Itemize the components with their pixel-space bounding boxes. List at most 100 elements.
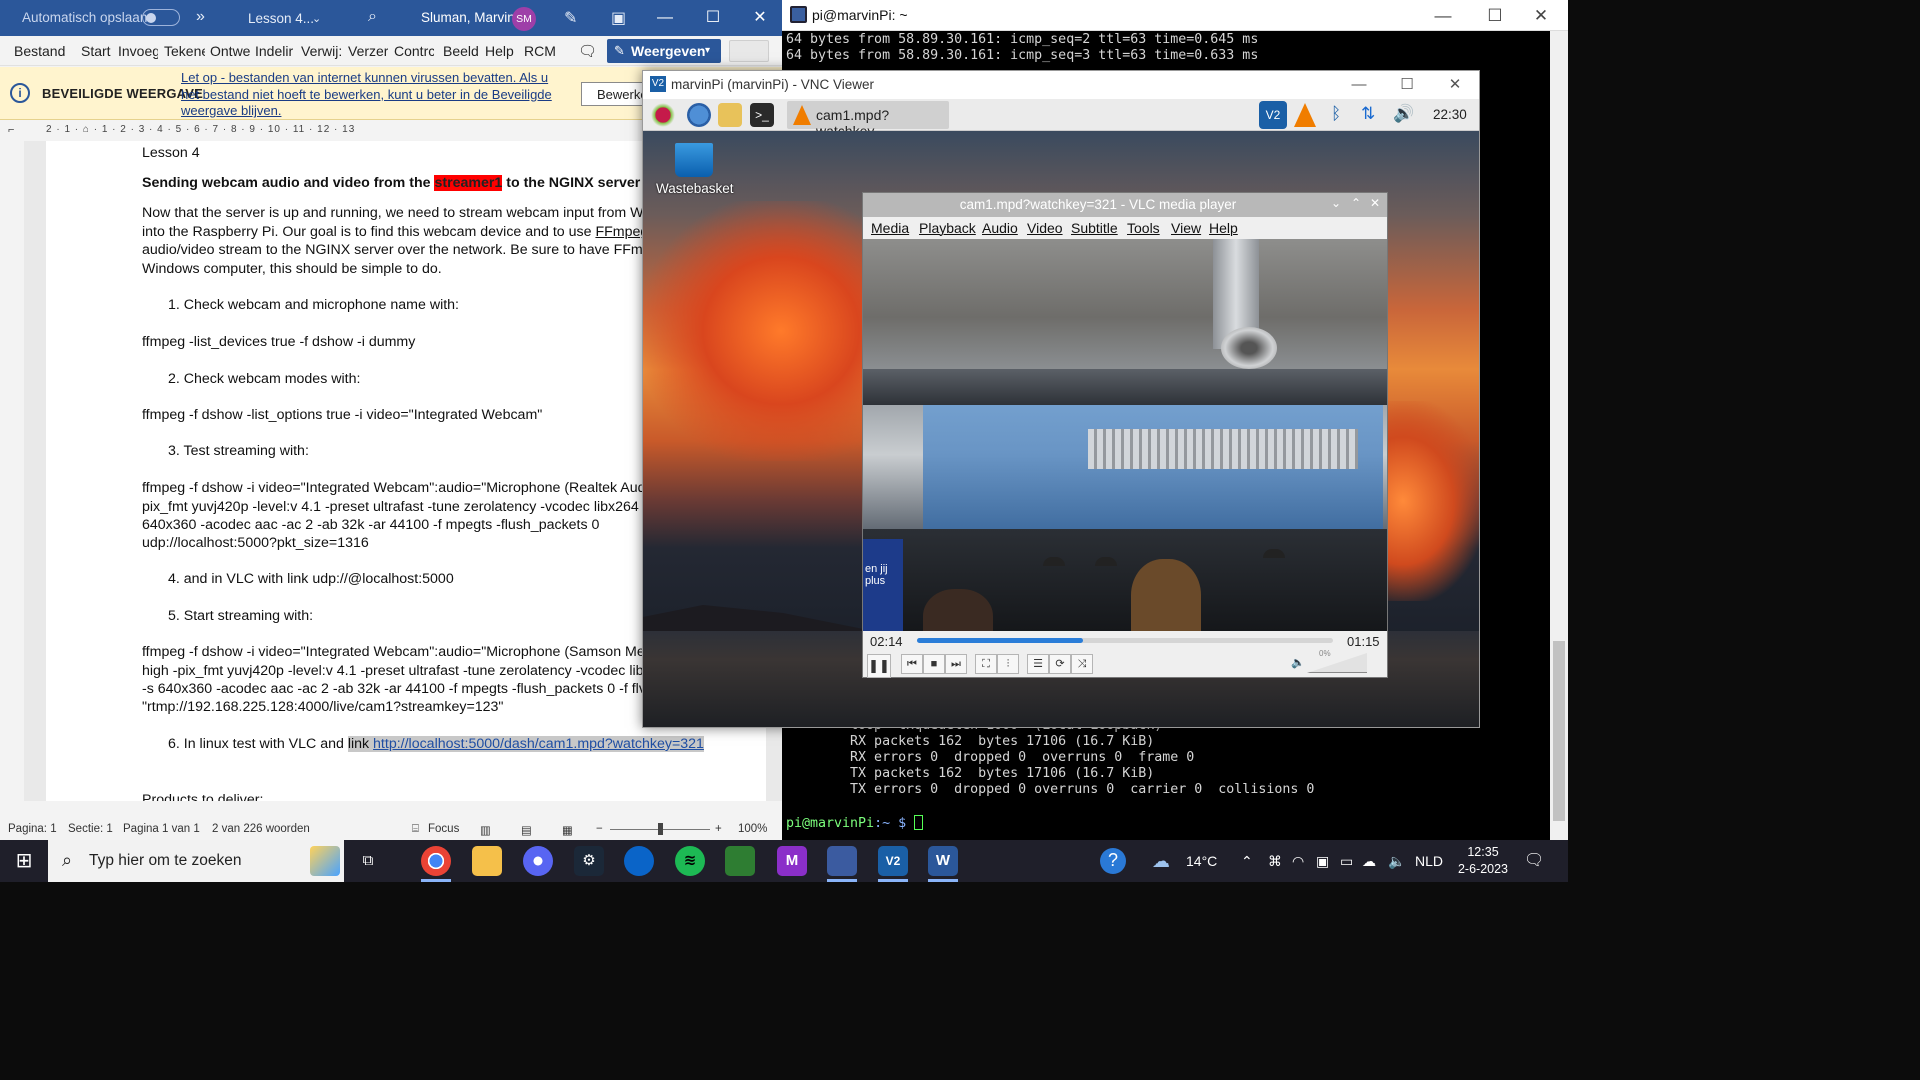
document-title[interactable]: Lesson 4... <box>248 11 314 26</box>
notifications-icon[interactable]: 🗨 <box>1524 840 1544 882</box>
seek-bar[interactable] <box>917 638 1333 643</box>
status-pages[interactable]: Pagina 1 van 1 <box>123 823 200 835</box>
vnc-titlebar[interactable]: V2 marvinPi (marvinPi) - VNC Viewer — ☐ … <box>643 71 1479 99</box>
speaker-icon[interactable]: 🔈 <box>1291 656 1305 669</box>
steam-icon[interactable]: ⚙ <box>574 846 604 876</box>
tab-verwijzingen[interactable]: Verwij: <box>301 43 342 59</box>
weather-temp[interactable]: 14°C <box>1186 840 1217 882</box>
tab-invoegen[interactable]: Invoeg <box>118 43 158 59</box>
speaker-icon[interactable]: 🔈 <box>1388 840 1405 882</box>
focus-icon[interactable]: ⌸ <box>412 823 419 836</box>
menu-view[interactable]: View <box>1171 220 1201 236</box>
ribbon-display-icon[interactable]: ▣ <box>611 8 626 28</box>
close-button[interactable]: ✕ <box>1431 71 1479 99</box>
wastebasket-icon[interactable] <box>675 143 713 177</box>
zoom-out-button[interactable]: − <box>596 823 603 835</box>
menu-tools[interactable]: Tools <box>1127 220 1160 236</box>
playlist-button[interactable]: ☰ <box>1027 654 1049 674</box>
discord-icon[interactable] <box>523 846 553 876</box>
close-button[interactable]: ✕ <box>737 0 783 36</box>
raspberry-menu-icon[interactable] <box>651 103 675 127</box>
taskbar-item-vlc[interactable]: cam1.mpd?watchkey... <box>787 101 949 139</box>
menu-subtitle[interactable]: Subtitle <box>1071 220 1118 236</box>
chevron-down-icon[interactable]: ⌄ <box>1331 196 1341 210</box>
task-view-icon[interactable]: ⧉ <box>353 846 383 876</box>
maximize-button[interactable]: ☐ <box>1383 71 1431 99</box>
menu-media[interactable]: Media <box>871 220 909 236</box>
system-clock[interactable]: 12:35 2-6-2023 <box>1452 844 1514 878</box>
chrome-icon[interactable] <box>421 846 451 876</box>
putty-icon[interactable] <box>827 846 857 876</box>
file-explorer-icon[interactable] <box>472 846 502 876</box>
zoom-slider-knob[interactable] <box>658 823 663 835</box>
vnc-viewer-window[interactable]: V2 marvinPi (marvinPi) - VNC Viewer — ☐ … <box>642 70 1480 728</box>
read-mode-icon[interactable]: ▥ <box>480 823 491 837</box>
zoom-level[interactable]: 100% <box>738 823 767 835</box>
meet-now-icon[interactable]: ⌘ <box>1268 840 1282 882</box>
status-word-count[interactable]: 2 van 226 woorden <box>212 823 310 835</box>
pi-desktop[interactable]: Wastebasket cam1.mpd?watchkey=321 - VLC … <box>643 131 1479 727</box>
comments-icon[interactable]: 🗨 <box>578 42 597 60</box>
browser-icon[interactable] <box>687 103 711 127</box>
wifi-icon[interactable]: ◠ <box>1292 840 1304 882</box>
menu-playback[interactable]: Playback <box>919 220 976 236</box>
pen-icon[interactable]: ✎ <box>564 8 577 28</box>
status-page[interactable]: Pagina: 1 <box>8 823 57 835</box>
tab-start[interactable]: Start <box>81 43 111 59</box>
web-layout-icon[interactable]: ▦ <box>562 823 573 837</box>
tab-bestand[interactable]: Bestand <box>14 43 65 59</box>
menu-video[interactable]: Video <box>1027 220 1063 236</box>
vnc-viewer-icon[interactable]: V2 <box>878 846 908 876</box>
focus-button[interactable]: Focus <box>428 823 459 835</box>
tab-rcm[interactable]: RCM <box>524 43 556 59</box>
bluetooth-icon[interactable]: ᛒ <box>1331 104 1341 124</box>
wastebasket-label[interactable]: Wastebasket <box>656 181 734 196</box>
help-icon[interactable]: ? <box>1100 848 1126 874</box>
display-icon[interactable]: ▣ <box>1316 840 1329 882</box>
fullscreen-button[interactable]: ⛶ <box>975 654 997 674</box>
tab-indeling[interactable]: Indelir <box>255 43 295 59</box>
vlc-tray-icon[interactable] <box>1294 103 1316 127</box>
tab-stop-icon[interactable]: ⌐ <box>8 124 14 136</box>
excel-icon[interactable] <box>725 846 755 876</box>
print-layout-icon[interactable]: ▤ <box>521 823 532 837</box>
menu-help[interactable]: Help <box>1209 220 1238 236</box>
file-manager-icon[interactable] <box>718 103 742 127</box>
close-button[interactable]: ✕ <box>1518 0 1564 31</box>
search-icon[interactable]: ⌕ <box>368 8 377 26</box>
previous-button[interactable]: ⏮ <box>901 654 923 674</box>
chevron-down-icon[interactable]: ⌄ <box>312 12 321 25</box>
scrollbar-thumb[interactable] <box>1553 641 1565 821</box>
outlook-icon[interactable] <box>624 846 654 876</box>
tab-tekenen[interactable]: Tekene <box>164 43 205 59</box>
pause-button[interactable]: ❚❚ <box>867 654 891 678</box>
share-button[interactable] <box>729 40 769 62</box>
chevron-up-icon[interactable]: ⌃ <box>1351 196 1361 210</box>
volume-icon[interactable]: 🔊 <box>1393 104 1414 124</box>
extended-settings-button[interactable]: ⫶ <box>997 654 1019 674</box>
weather-icon[interactable]: ☁ <box>1152 840 1170 882</box>
maximize-button[interactable]: ☐ <box>690 0 736 36</box>
message-text[interactable]: Let op - bestanden van internet kunnen v… <box>181 70 561 120</box>
tab-controleren[interactable]: Contrc <box>394 43 434 59</box>
more-commands-icon[interactable]: » <box>196 8 205 26</box>
avatar[interactable]: SM <box>512 7 536 31</box>
status-section[interactable]: Sectie: 1 <box>68 823 113 835</box>
minimize-button[interactable]: — <box>1335 71 1383 99</box>
tab-help[interactable]: Help <box>485 43 514 59</box>
pi-clock[interactable]: 22:30 <box>1433 107 1467 122</box>
video-frame[interactable]: en jij plus <box>863 239 1387 631</box>
vnc-server-icon[interactable]: V2 <box>1259 101 1287 129</box>
search-highlight-icon[interactable] <box>310 846 340 876</box>
view-mode-button[interactable]: ✎ Weergeven ▾ <box>607 39 721 63</box>
volume-slider[interactable] <box>1307 653 1367 673</box>
terminal-prompt[interactable]: pi@marvinPi:~ $ <box>786 815 924 831</box>
shuffle-button[interactable]: ⤨ <box>1071 654 1093 674</box>
zoom-in-button[interactable]: + <box>715 823 722 835</box>
word-titlebar[interactable]: Automatisch opslaan » Lesson 4... ⌄ ⌕ Sl… <box>0 0 782 36</box>
close-icon[interactable]: ✕ <box>1370 196 1380 210</box>
taskbar-search[interactable]: ⌕ Typ hier om te zoeken <box>48 840 344 882</box>
vlc-window[interactable]: cam1.mpd?watchkey=321 - VLC media player… <box>862 192 1388 678</box>
tab-verzendlijsten[interactable]: Verzer <box>348 43 388 59</box>
onedrive-icon[interactable]: ☁ <box>1362 840 1376 882</box>
